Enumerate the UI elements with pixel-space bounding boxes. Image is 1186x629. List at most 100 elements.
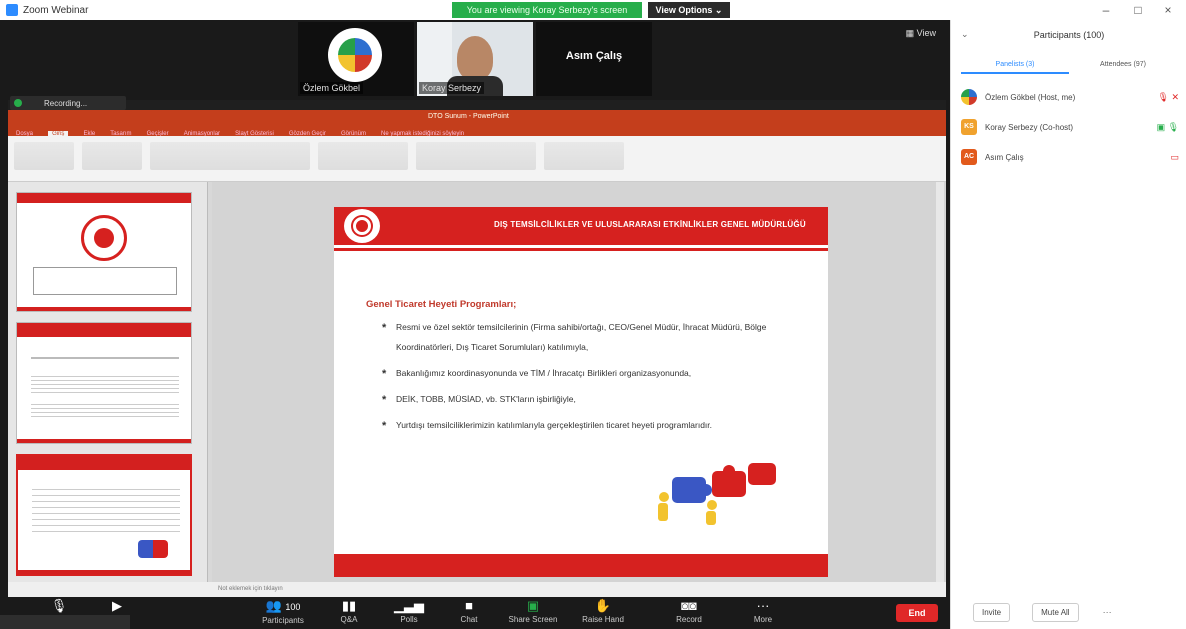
shared-screen: DTO Sunum - PowerPoint Dosya Giriş Ekle … [8, 100, 946, 598]
mic-muted-icon[interactable]: 🎙 ✕ [1158, 92, 1179, 103]
record-label: Record [676, 615, 702, 624]
meeting-area: Özlem Gökbel Koray Serbezy Asım Çalış ▦ … [0, 20, 950, 629]
invite-button[interactable]: Invite [973, 602, 1011, 622]
participants-icon: 👥 100 [265, 598, 301, 613]
slide-subtitle: Genel Ticaret Heyeti Programları; [366, 299, 517, 310]
notes-placeholder[interactable]: Not eklemek için tıklayın [218, 586, 283, 592]
window-title: Zoom Webinar [23, 4, 89, 16]
video-off-icon[interactable]: ▭ [1170, 152, 1179, 163]
clipboard-group[interactable] [14, 142, 74, 170]
chat-button[interactable]: ■ Chat [440, 597, 498, 629]
share-status-badge[interactable]: Recording... [10, 96, 126, 110]
microphone-icon: 🎙 [50, 598, 68, 613]
share-status-label: Recording... [44, 98, 88, 108]
slide-bullet: DEİK, TOBB, MÜSİAD, vb. STK'ların işbirl… [382, 389, 802, 410]
drawing-group[interactable] [416, 142, 536, 170]
ministry-logo-icon [344, 209, 380, 243]
raise-hand-label: Raise Hand [582, 615, 624, 624]
participant-row[interactable]: AC Asım Çalış ▭ [961, 146, 1179, 168]
zoom-app-icon [6, 4, 18, 16]
taskbar-strip [0, 615, 130, 629]
participant-row[interactable]: KS Koray Serbezy (Co-host) ▣ 🎙 [961, 116, 1179, 138]
font-group[interactable] [150, 142, 310, 170]
ppt-title-bar: DTO Sunum - PowerPoint [8, 110, 946, 126]
video-tile[interactable]: Koray Serbezy [417, 22, 533, 96]
slide-footer [334, 554, 828, 577]
participants-button[interactable]: 👥 100 Participants [254, 597, 312, 629]
qa-icon: ▮▮ [341, 598, 357, 613]
polls-icon: ▁▃▅ [394, 598, 424, 613]
polls-label: Polls [400, 615, 418, 624]
slide-editor: DIŞ TEMSİLCİLİKLER VE ULUSLARARASI ETKİN… [212, 182, 946, 582]
participants-label: Participants [262, 616, 304, 625]
ppt-ribbon-tabs: Dosya Giriş Ekle Tasarım Geçişler Animas… [8, 126, 946, 137]
slide-thumbnails [8, 182, 208, 582]
tile-name: Asım Çalış [565, 50, 623, 62]
qa-label: Q&A [340, 615, 358, 624]
minimize-icon[interactable]: – [1096, 3, 1116, 17]
panel-title: Participants (100) [1033, 30, 1105, 40]
more-icon: ··· [756, 598, 770, 613]
participants-panel: ⌄ Participants (100) Panelists (3) Atten… [950, 20, 1186, 629]
raise-hand-icon: ✋ [594, 598, 612, 613]
view-label: View [916, 28, 936, 38]
panel-tabs: Panelists (3) Attendees (97) [961, 56, 1177, 74]
slide-thumbnail[interactable] [16, 322, 192, 444]
slide-bullet: Bakanlığımız koordinasyonunda ve TİM / İ… [382, 363, 802, 384]
slide-thumbnail-selected[interactable] [16, 454, 192, 576]
raise-hand-button[interactable]: ✋ Raise Hand [574, 597, 632, 629]
tab-attendees[interactable]: Attendees (97) [1069, 56, 1177, 74]
polls-button[interactable]: ▁▃▅ Polls [380, 597, 438, 629]
slide-bullet-list: Resmi ve özel sektör temsilcilerinin (Fi… [382, 317, 802, 441]
screen-share-icon[interactable]: ▣ 🎙 [1157, 122, 1179, 133]
vertical-scrollbar[interactable] [936, 182, 944, 582]
more-label: More [753, 615, 773, 624]
participant-row[interactable]: Özlem Gökbel (Host, me) 🎙 ✕ [961, 86, 1179, 108]
share-screen-label: Share Screen [508, 615, 558, 624]
more-options-icon[interactable]: ··· [1103, 607, 1112, 617]
panel-footer: Invite Mute All ··· [951, 595, 1186, 629]
slide-header-text: DIŞ TEMSİLCİLİKLER VE ULUSLARARASI ETKİN… [494, 220, 806, 229]
slide-bullet: Yurtdışı temsilciliklerimizin katılımlar… [382, 415, 802, 436]
participants-count: 100 [285, 602, 301, 612]
end-button[interactable]: End [896, 604, 938, 622]
record-button[interactable]: ◙◙ Record [660, 597, 718, 629]
close-icon[interactable]: × [1158, 3, 1178, 17]
record-icon: ◙◙ [681, 598, 697, 613]
organization-logo [328, 28, 382, 82]
more-button[interactable]: ··· More [734, 597, 792, 629]
view-options-button[interactable]: View Options ⌄ [648, 2, 730, 18]
tile-name: Koray Serbezy [419, 82, 485, 94]
paragraph-group[interactable] [318, 142, 408, 170]
slide-thumbnail[interactable] [16, 192, 192, 312]
slide-canvas[interactable]: DIŞ TEMSİLCİLİKLER VE ULUSLARARASI ETKİN… [334, 207, 828, 577]
chat-label: Chat [460, 615, 478, 624]
ppt-ribbon [8, 136, 946, 182]
ppt-window-title: DTO Sunum - PowerPoint [428, 113, 509, 120]
ppt-status-bar: Not eklemek için tıklayın [8, 582, 946, 598]
view-button[interactable]: ▦ View [906, 28, 936, 39]
tab-panelists[interactable]: Panelists (3) [961, 56, 1069, 74]
panel-header: Participants (100) [951, 20, 1186, 50]
puzzle-illustration [652, 457, 782, 527]
slide-bullet: Resmi ve özel sektör temsilcilerinin (Fi… [382, 317, 802, 357]
participant-name: Özlem Gökbel (Host, me) [985, 92, 1076, 102]
share-screen-icon: ▣ [526, 598, 540, 613]
meeting-toolbar: 🎙 ▶ 👥 100 Participants ▮▮ Q&A ▁▃▅ Polls … [0, 597, 950, 629]
editing-group[interactable] [544, 142, 624, 170]
qa-button[interactable]: ▮▮ Q&A [320, 597, 378, 629]
maximize-icon[interactable]: □ [1128, 3, 1148, 17]
mute-all-button[interactable]: Mute All [1032, 602, 1079, 622]
person-avatar [457, 36, 493, 80]
tile-name: Özlem Gökbel [300, 82, 364, 94]
video-tile[interactable]: Özlem Gökbel [298, 22, 414, 96]
chat-icon: ■ [465, 598, 473, 613]
slide-divider [334, 248, 828, 251]
slides-group[interactable] [82, 142, 142, 170]
status-dot-icon [14, 99, 22, 107]
video-tile[interactable]: Asım Çalış [536, 22, 652, 96]
camera-icon: ▶ [112, 598, 122, 613]
avatar: KS [961, 119, 977, 135]
viewing-banner: You are viewing Koray Serbezy's screen [452, 2, 642, 18]
share-screen-button[interactable]: ▣ Share Screen [504, 597, 562, 629]
